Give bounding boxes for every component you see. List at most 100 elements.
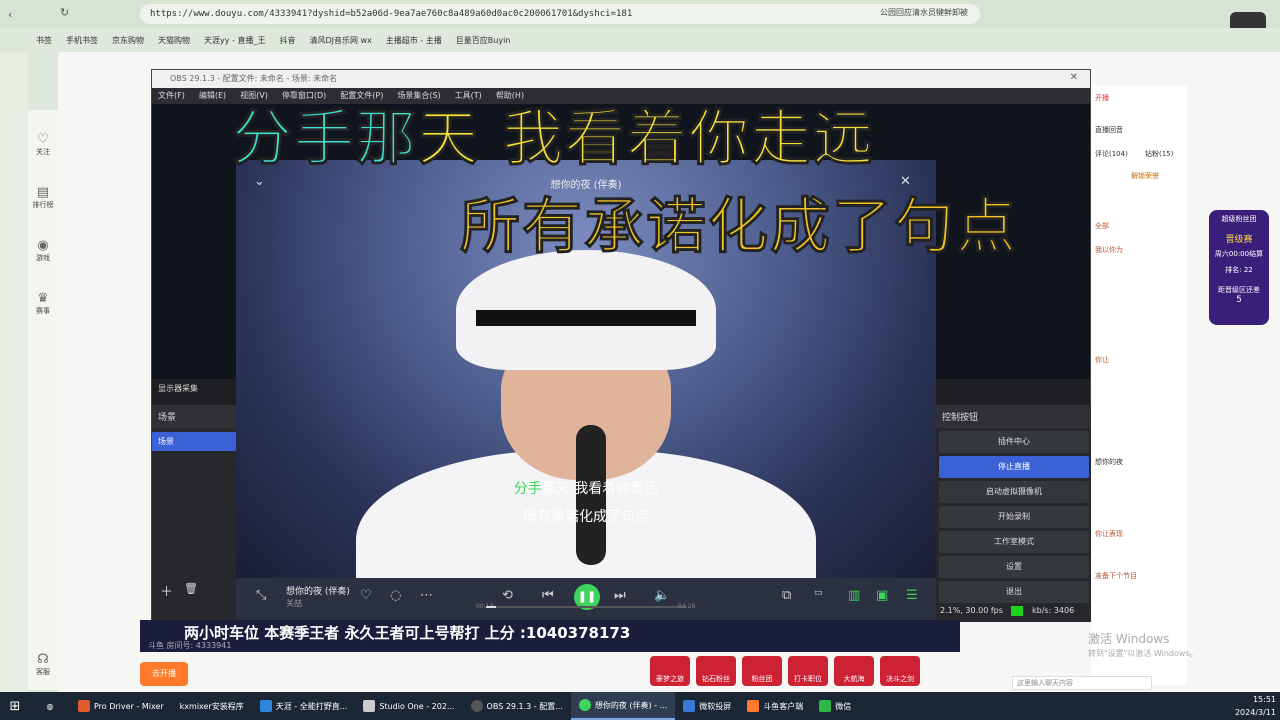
chat-line: 你让表现 bbox=[1095, 530, 1123, 538]
sidebar-item-follow[interactable]: ♡ 关注 bbox=[31, 132, 55, 157]
app-icon bbox=[470, 700, 483, 712]
app-icon bbox=[363, 700, 376, 712]
scene-item[interactable]: 场景 bbox=[152, 432, 240, 451]
menu-item[interactable]: 文件(F) bbox=[158, 88, 185, 104]
close-icon[interactable]: ✕ bbox=[1070, 72, 1078, 83]
start-recording-button[interactable]: 开始录制 bbox=[939, 506, 1089, 528]
plugin-center-button[interactable]: 插件中心 bbox=[939, 431, 1089, 453]
app-icon bbox=[819, 700, 832, 712]
more-icon[interactable]: ⋯ bbox=[420, 588, 433, 603]
equalizer-icon[interactable]: ▥ bbox=[848, 588, 860, 603]
comment-icon[interactable]: ◌ bbox=[390, 588, 401, 603]
previous-icon[interactable]: ⏮ bbox=[542, 588, 554, 603]
clock-time: 15:51 bbox=[1252, 695, 1276, 704]
scenes-header: 场景 bbox=[152, 405, 240, 428]
menu-item[interactable]: 编辑(E) bbox=[199, 88, 226, 104]
minimize-player-icon[interactable]: ⤡ bbox=[256, 588, 266, 603]
bookmark-item[interactable]: 书签 bbox=[36, 35, 52, 46]
gift-item[interactable]: 大航海 bbox=[834, 656, 874, 686]
heart-icon: ♡ bbox=[37, 132, 49, 147]
app-icon bbox=[578, 699, 591, 711]
next-icon[interactable]: ⏭ bbox=[614, 588, 626, 603]
lyrics-icon[interactable]: ▣ bbox=[876, 588, 888, 603]
windows-start-icon[interactable]: ⊞ bbox=[0, 699, 30, 714]
back-icon[interactable]: ‹ bbox=[8, 8, 12, 21]
taskbar-item[interactable]: Pro Driver - Mixer bbox=[70, 692, 172, 720]
address-bar[interactable]: https://www.douyu.com/4333941?dyshid=b52… bbox=[140, 4, 980, 24]
controls-dock: 控制按钮 插件中心 停止直播 启动虚拟摄像机 开始录制 工作室模式 设置 退出 bbox=[936, 405, 1092, 622]
virtual-camera-button[interactable]: 启动虚拟摄像机 bbox=[939, 481, 1089, 503]
fan-rank-card[interactable]: 超级粉丝团 晋级赛 周六00:00结算 排名: 22 距晋级区还差 5 bbox=[1209, 210, 1269, 325]
stop-streaming-button[interactable]: 停止直播 bbox=[939, 456, 1089, 478]
activate-windows-watermark: 激活 Windows bbox=[1088, 632, 1170, 646]
taskbar-item[interactable]: 想你的夜 (伴奏) - ... bbox=[570, 692, 676, 720]
taskbar-item[interactable]: 斗鱼客户端 bbox=[739, 692, 811, 720]
gift-item[interactable]: 决斗之剑 bbox=[880, 656, 920, 686]
progress-fill bbox=[486, 606, 496, 608]
hat-band bbox=[476, 310, 696, 326]
taskbar-item[interactable]: 微软投屏 bbox=[675, 692, 739, 720]
gift-item[interactable]: 打卡职位 bbox=[788, 656, 828, 686]
exit-button[interactable]: 退出 bbox=[939, 581, 1089, 603]
taskbar-item[interactable]: 天涯 - 全能打野直... bbox=[252, 692, 356, 720]
song-artist: 关喆 bbox=[286, 599, 302, 608]
bookmark-item[interactable]: 主播超市 - 主播 bbox=[386, 35, 442, 46]
quality-icon[interactable]: ▭ bbox=[814, 588, 823, 598]
add-icon[interactable]: ＋ bbox=[160, 581, 173, 600]
rank-card-gap-label: 距晋级区还差 bbox=[1218, 286, 1260, 294]
loop-icon[interactable]: ⟲ bbox=[502, 588, 513, 603]
taskbar: ⊞ ◍ Pro Driver - Mixer kxmixer安装程序 天涯 - … bbox=[0, 692, 1280, 720]
taskbar-item[interactable]: 微信 bbox=[811, 692, 859, 720]
open-live-button[interactable]: 去开播 bbox=[140, 662, 188, 686]
gift-item[interactable]: 豪梦之旅 bbox=[650, 656, 690, 686]
like-icon[interactable]: ♡ bbox=[360, 588, 372, 603]
reload-icon[interactable]: ↻ bbox=[60, 6, 69, 19]
gift-item[interactable]: 粉丝团 bbox=[742, 656, 782, 686]
bookmark-item[interactable]: 清风DJ音乐网 wx bbox=[309, 35, 371, 46]
chat-line[interactable]: 直播回音 bbox=[1095, 125, 1123, 135]
delete-icon[interactable]: 🗑 bbox=[184, 582, 198, 595]
chat-tab-fans[interactable]: 钻粉(15) bbox=[1145, 149, 1173, 159]
obs-title-bar: OBS 29.1.3 - 配置文件: 未命名 - 场景: 未命名 bbox=[152, 70, 1090, 88]
obs-status-bar: 2.1%, 30.00 fps kb/s: 3406 bbox=[936, 602, 1092, 620]
bookmark-item[interactable]: 天涯yy - 直播_王 bbox=[204, 35, 265, 46]
taskbar-item[interactable]: kxmixer安装程序 bbox=[172, 692, 252, 720]
scenes-dock: 场景 场景 ＋ 🗑 bbox=[152, 405, 240, 622]
controls-header: 控制按钮 bbox=[936, 405, 1092, 428]
sidebar-item-games[interactable]: ◉ 游戏 bbox=[31, 238, 55, 263]
app-icon bbox=[78, 700, 90, 712]
hot-news-text[interactable]: 公园回应清水员犍鲜卸被 bbox=[880, 7, 968, 18]
bookmark-item[interactable]: 天猫购物 bbox=[158, 35, 190, 46]
taskbar-item[interactable]: Studio One - 202... bbox=[355, 692, 462, 720]
sidebar-item-rank[interactable]: ▤ 排行榜 bbox=[31, 185, 55, 210]
app-icon bbox=[259, 700, 272, 712]
sidebar-item-service[interactable]: ☊ 客服 bbox=[31, 652, 55, 677]
bookmark-item[interactable]: 抖音 bbox=[279, 35, 295, 46]
progress-bar[interactable] bbox=[486, 606, 686, 608]
chat-input[interactable]: 这里输入聊天内容 bbox=[1012, 676, 1152, 690]
bookmark-item[interactable]: 京东购物 bbox=[112, 35, 144, 46]
clock-date: 2024/3/11 bbox=[1234, 708, 1276, 717]
taskbar-item[interactable]: OBS 29.1.3 - 配置... bbox=[463, 692, 571, 720]
lyric-line-next: 所有承诺化成了句点 bbox=[523, 509, 649, 525]
bookmarks-bar: 书签 手机书签 京东购物 天猫购物 天涯yy - 直播_王 抖音 清风DJ音乐网… bbox=[0, 28, 1280, 52]
bookmark-item[interactable]: 手机书签 bbox=[66, 35, 98, 46]
app-icon bbox=[747, 700, 760, 712]
chat-tab-comments[interactable]: 评论(104) bbox=[1095, 149, 1128, 159]
system-clock[interactable]: 15:51 2024/3/11 bbox=[1180, 692, 1276, 719]
playlist-icon[interactable]: ☰ bbox=[906, 588, 918, 603]
chat-line[interactable]: 开播 bbox=[1095, 93, 1109, 103]
sidebar-item-events[interactable]: ♛ 赛事 bbox=[31, 291, 55, 316]
studio-mode-button[interactable]: 工作室模式 bbox=[939, 531, 1089, 553]
time-total: 04:26 bbox=[678, 603, 696, 610]
chat-line: 全部 bbox=[1095, 222, 1109, 230]
volume-icon[interactable]: 🔈 bbox=[654, 588, 670, 603]
copy-icon[interactable]: ⧉ bbox=[782, 588, 791, 603]
settings-button[interactable]: 设置 bbox=[939, 556, 1089, 578]
rank-card-rank: 排名: 22 bbox=[1225, 266, 1253, 274]
gift-item[interactable]: 钻石粉丝 bbox=[696, 656, 736, 686]
bookmark-item[interactable]: 巨量百应Buyin bbox=[456, 35, 511, 46]
chat-line[interactable]: 解锁荣誉 bbox=[1131, 171, 1159, 181]
display-capture-label[interactable]: 显示器采集 bbox=[158, 383, 198, 394]
edge-icon[interactable]: ◍ bbox=[30, 702, 70, 711]
